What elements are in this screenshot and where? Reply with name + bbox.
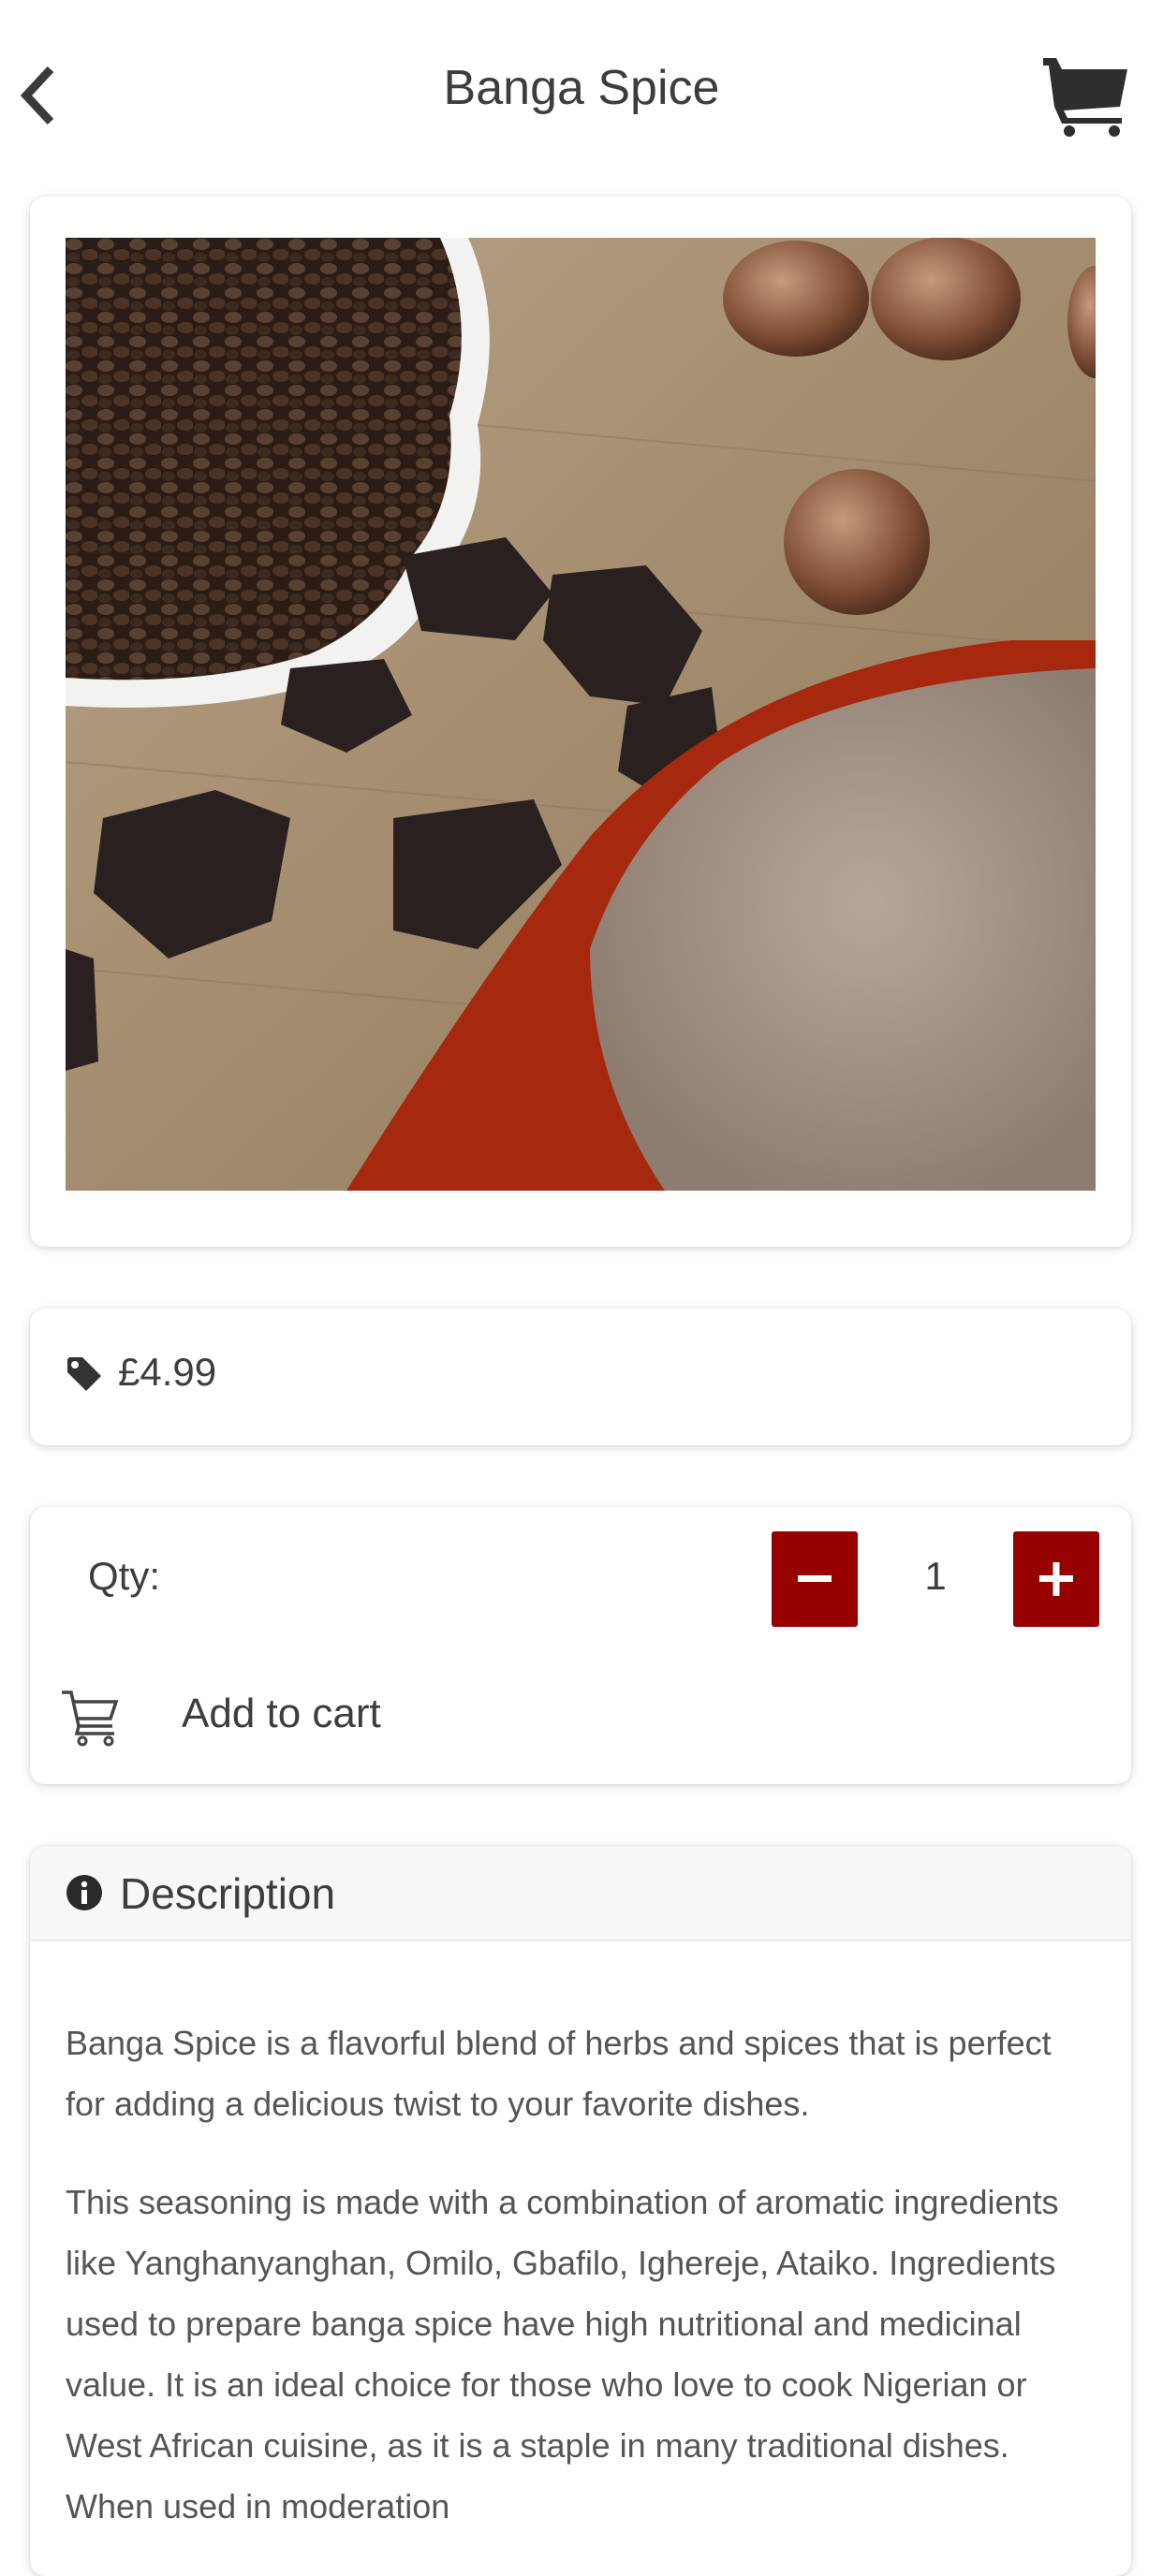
product-image-card bbox=[30, 197, 1131, 1247]
app-header: Banga Spice bbox=[0, 0, 1163, 187]
tag-icon bbox=[67, 1357, 101, 1391]
quantity-value: 1 bbox=[924, 1554, 947, 1598]
description-body: Banga Spice is a flavorful blend of herb… bbox=[66, 2012, 1084, 2574]
plus-icon bbox=[1039, 1562, 1073, 1596]
page-title: Banga Spice bbox=[443, 61, 720, 115]
cart-outline-icon bbox=[62, 1690, 119, 1747]
minus-icon bbox=[798, 1575, 832, 1582]
decrease-quantity-button[interactable] bbox=[772, 1531, 858, 1627]
add-to-cart-button[interactable]: Add to cart bbox=[58, 1674, 451, 1758]
description-header: Description bbox=[30, 1846, 1131, 1941]
description-paragraph: This seasoning is made with a combinatio… bbox=[66, 2183, 1059, 2525]
description-title: Description bbox=[120, 1869, 336, 1918]
product-photo bbox=[66, 238, 1096, 1191]
info-circle-icon bbox=[66, 1875, 102, 1910]
price-card: £4.99 bbox=[30, 1309, 1131, 1445]
shopping-cart-icon bbox=[1043, 58, 1127, 137]
product-price: £4.99 bbox=[118, 1350, 217, 1394]
description-paragraph: Banga Spice is a flavorful blend of herb… bbox=[66, 2024, 1052, 2123]
description-card: Description Banga Spice is a flavorful b… bbox=[30, 1846, 1131, 2576]
product-image bbox=[66, 238, 1096, 1191]
increase-quantity-button[interactable] bbox=[1013, 1531, 1099, 1627]
quantity-label: Qty: bbox=[88, 1554, 161, 1598]
quantity-card: Qty: 1 Add to cart bbox=[30, 1507, 1131, 1784]
cart-button[interactable] bbox=[1039, 49, 1133, 142]
add-to-cart-label: Add to cart bbox=[182, 1690, 381, 1736]
